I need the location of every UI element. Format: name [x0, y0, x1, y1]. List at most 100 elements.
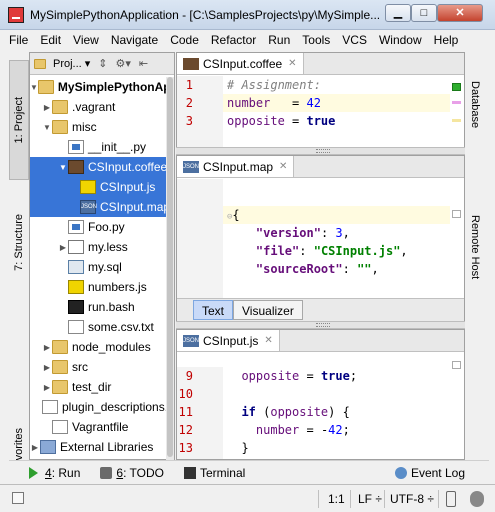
gear-icon[interactable]: ⚙▾ [115, 57, 130, 70]
tab-text[interactable]: Text [193, 300, 234, 320]
tool-button-event-log[interactable]: Event Log [394, 466, 465, 480]
tool-tab-remote-host[interactable]: Remote Host [465, 192, 485, 302]
tree-item[interactable]: numbers.js [30, 277, 174, 297]
folder-icon [52, 380, 68, 394]
menu-refactor[interactable]: Refactor [205, 30, 262, 47]
analysis-status-icon [452, 210, 461, 218]
divider [318, 490, 319, 508]
tree-item-label: some.csv.txt [88, 320, 154, 334]
splitter[interactable] [176, 147, 465, 155]
tab-label: CSInput.coffee [203, 56, 283, 71]
tree-item[interactable]: run.bash [30, 297, 174, 317]
code-text: : [299, 244, 314, 258]
splitter-grip[interactable] [316, 323, 330, 327]
tab-label: CSInput.js [203, 333, 259, 348]
code-area[interactable]: # Assignment: number = 42 opposite = tru… [223, 76, 450, 154]
expand-arrow-icon[interactable]: ▼ [58, 163, 68, 172]
run-label: : Run [51, 465, 81, 480]
menu-view[interactable]: View [67, 30, 105, 47]
project-view-selector[interactable]: Proj... ▾ [34, 57, 90, 70]
window-title: MySimplePythonApplication - [C:\SamplesP… [30, 8, 381, 22]
tree-item[interactable]: ▼ misc [30, 117, 174, 137]
tree-item[interactable]: ▶ External Libraries [30, 437, 174, 457]
tree-item-label: External Libraries [60, 440, 154, 454]
line-number: 9 [185, 369, 193, 383]
splitter-grip[interactable] [316, 149, 330, 153]
menu-help[interactable]: Help [428, 30, 465, 47]
file-map-icon: JSON [80, 200, 97, 214]
tab-csinput-js[interactable]: JSON CSInput.js ✕ [177, 330, 280, 351]
inspector-icon[interactable] [470, 491, 484, 507]
tree-item[interactable]: ▼ MySimplePythonApplica [30, 77, 174, 97]
tree-item[interactable]: some.csv.txt [30, 317, 174, 337]
expand-arrow-icon[interactable]: ▶ [42, 343, 52, 352]
menu-tools[interactable]: Tools [296, 30, 336, 47]
code-line: "file": "CSInput.js", [223, 242, 450, 260]
tree-item[interactable]: plugin_descriptions.z [30, 397, 174, 417]
code-area[interactable]: opposite = true; if (opposite) { number … [223, 367, 450, 459]
expand-arrow-icon[interactable]: ▶ [42, 383, 52, 392]
tool-tab-database[interactable]: Database [465, 60, 485, 150]
menu-file[interactable]: File [0, 30, 34, 47]
tool-windows-toggle-icon[interactable] [12, 492, 24, 504]
lock-icon[interactable] [446, 491, 456, 507]
tree-item[interactable]: CSInput.js [30, 177, 174, 197]
file-encoding[interactable]: UTF-8 ÷ [390, 491, 434, 507]
tool-button-todo[interactable]: 6: TODO [100, 466, 164, 480]
code-line: opposite = true [223, 112, 450, 130]
maximize-button[interactable]: □ [411, 4, 437, 22]
hide-panel-icon[interactable]: ⇤ [139, 57, 148, 70]
tool-tab-structure[interactable]: 7: Structure [9, 192, 29, 292]
line-separator[interactable]: LF ÷ [358, 491, 382, 507]
code-var: opposite [227, 114, 285, 128]
menu-code[interactable]: Code [164, 30, 205, 47]
tree-item[interactable]: ▶ .vagrant [30, 97, 174, 117]
close-button[interactable]: ✕ [437, 4, 483, 22]
tree-item[interactable]: ▶ test_dir [30, 377, 174, 397]
tree-item[interactable]: Vagrantfile [30, 417, 174, 437]
menu-edit[interactable]: Edit [34, 30, 67, 47]
tree-item-label: __init__.py [88, 140, 147, 154]
menu-window[interactable]: Window [373, 30, 428, 47]
tree-item-label: CSInput.map [100, 200, 171, 214]
event-log-icon [394, 466, 407, 479]
divider [438, 490, 439, 508]
tree-item[interactable]: ▶ my.less [30, 237, 174, 257]
menu-run[interactable]: Run [262, 30, 296, 47]
tool-tab-project[interactable]: 1: Project [9, 60, 29, 180]
project-scrollbar[interactable] [166, 77, 174, 487]
close-icon[interactable]: ✕ [264, 335, 272, 346]
menu-navigate[interactable]: Navigate [105, 30, 164, 47]
caret-position[interactable]: 1:1 [328, 491, 345, 507]
tool-button-terminal[interactable]: Terminal [183, 466, 245, 480]
tree-item[interactable]: my.sql [30, 257, 174, 277]
scrollbar-thumb[interactable] [167, 77, 173, 457]
minimize-button[interactable]: ▁ [385, 4, 411, 22]
tree-item[interactable]: JSON CSInput.map [30, 197, 174, 217]
tree-item[interactable]: ▶ src [30, 357, 174, 377]
tab-visualizer[interactable]: Visualizer [233, 300, 303, 320]
tree-item[interactable]: ▶ node_modules [30, 337, 174, 357]
close-icon[interactable]: ✕ [288, 58, 296, 69]
expand-arrow-icon[interactable]: ▶ [42, 103, 52, 112]
tool-button-run[interactable]: 4: Run [29, 466, 80, 480]
tree-item[interactable]: __init__.py [30, 137, 174, 157]
close-icon[interactable]: ✕ [279, 161, 287, 172]
expand-arrow-icon[interactable]: ▶ [30, 443, 40, 452]
file-js-icon [80, 180, 96, 194]
tool-tab-database-label: Database [469, 81, 481, 129]
tab-csinput-coffee[interactable]: CSInput.coffee ✕ [177, 53, 304, 74]
expand-arrow-icon[interactable]: ▼ [42, 123, 52, 132]
expand-arrow-icon[interactable]: ▶ [42, 363, 52, 372]
expand-arrow-icon[interactable]: ▼ [30, 83, 38, 92]
collapse-all-icon[interactable]: ⇕ [98, 57, 107, 70]
code-string: "CSInput.js" [313, 244, 401, 258]
title-bar: MySimplePythonApplication - [C:\SamplesP… [0, 0, 495, 30]
menu-vcs[interactable]: VCS [336, 30, 373, 47]
tree-item[interactable]: Foo.py [30, 217, 174, 237]
tab-csinput-map[interactable]: JSON CSInput.map ✕ [177, 156, 295, 177]
tree-item[interactable]: ▼ CSInput.coffee [30, 157, 174, 177]
splitter[interactable] [176, 321, 465, 329]
expand-arrow-icon[interactable]: ▶ [58, 243, 68, 252]
code-area[interactable]: ⊖{ "version": 3, "file": "CSInput.js", "… [223, 206, 450, 298]
